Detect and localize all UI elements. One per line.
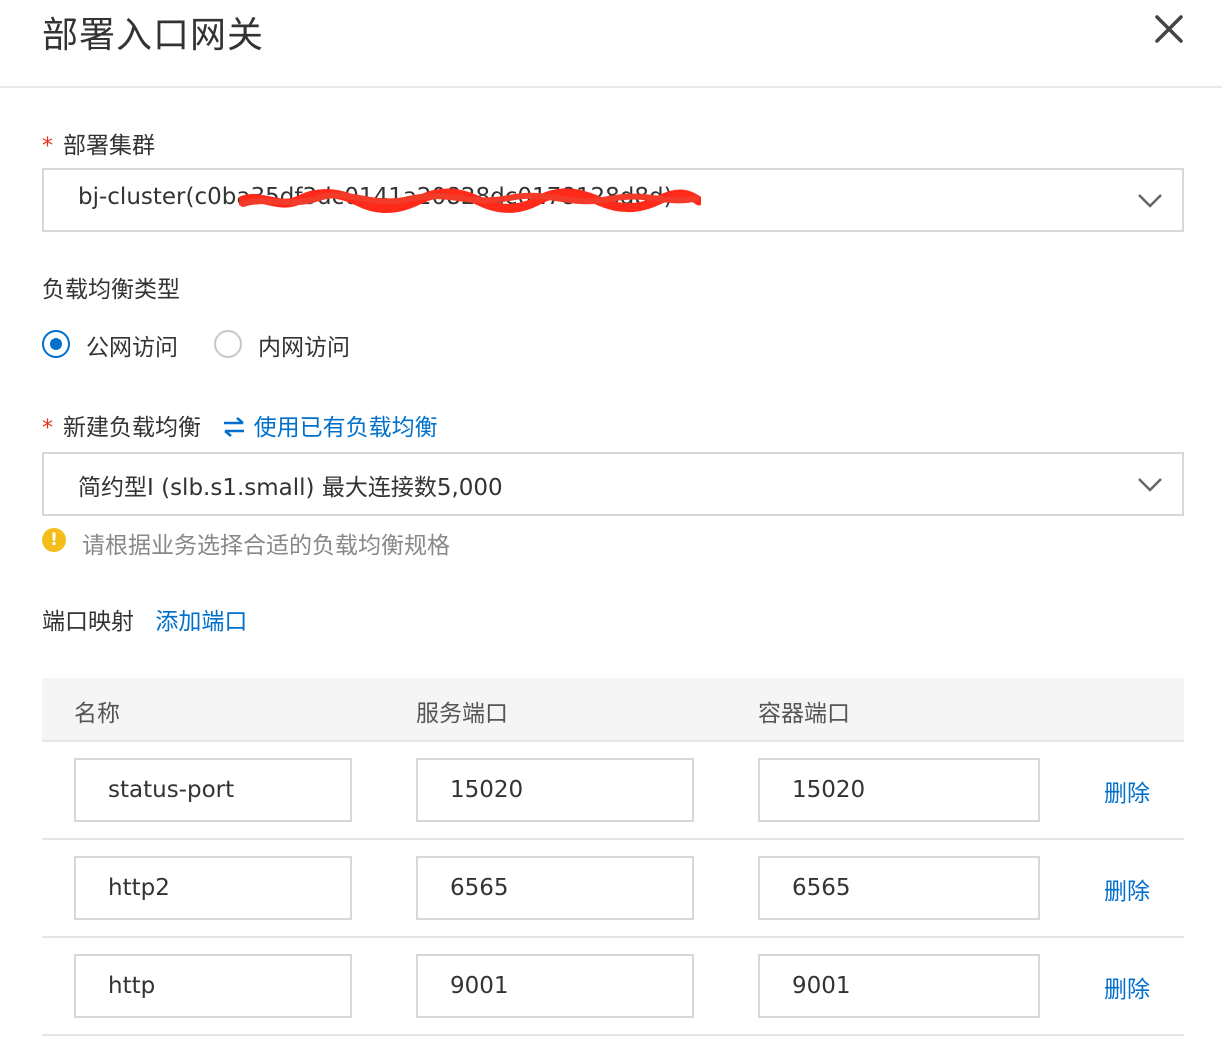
swap-icon bbox=[224, 417, 245, 437]
delete-row-link[interactable]: 删除 bbox=[1104, 872, 1150, 906]
column-header-container-port: 容器端口 bbox=[758, 701, 850, 727]
table-row: 删除 bbox=[42, 742, 1184, 840]
radio-private[interactable] bbox=[214, 330, 242, 358]
lb-spec-select[interactable]: 简约型I (slb.s1.small) 最大连接数5,000 bbox=[42, 452, 1184, 516]
lb-spec-value: 简约型I (slb.s1.small) 最大连接数5,000 bbox=[78, 475, 503, 501]
new-lb-label-row: * 新建负载均衡 使用已有负载均衡 bbox=[42, 408, 438, 442]
lb-spec-hint-text: 请根据业务选择合适的负载均衡规格 bbox=[82, 533, 450, 559]
delete-row-link[interactable]: 删除 bbox=[1104, 970, 1150, 1004]
dialog-title: 部署入口网关 bbox=[42, 15, 265, 56]
close-icon[interactable] bbox=[1152, 12, 1186, 46]
container-port-input[interactable] bbox=[758, 954, 1040, 1018]
table-header: 名称 服务端口 容器端口 bbox=[42, 678, 1184, 742]
container-port-input[interactable] bbox=[758, 758, 1040, 822]
cluster-label: 部署集群 bbox=[63, 133, 155, 159]
new-lb-label: 新建负载均衡 bbox=[63, 415, 201, 441]
radio-public-label[interactable]: 公网访问 bbox=[86, 328, 178, 362]
required-mark: * bbox=[42, 416, 53, 441]
port-name-input[interactable] bbox=[74, 856, 352, 920]
radio-private-label[interactable]: 内网访问 bbox=[258, 328, 350, 362]
service-port-input[interactable] bbox=[416, 954, 694, 1018]
container-port-input[interactable] bbox=[758, 856, 1040, 920]
add-port-link[interactable]: 添加端口 bbox=[155, 609, 247, 635]
port-name-input[interactable] bbox=[74, 758, 352, 822]
use-existing-lb-link[interactable]: 使用已有负载均衡 bbox=[222, 415, 438, 441]
cluster-label-row: * 部署集群 bbox=[42, 126, 155, 160]
service-port-input[interactable] bbox=[416, 856, 694, 920]
delete-row-link[interactable]: 删除 bbox=[1104, 774, 1150, 808]
required-mark: * bbox=[42, 134, 53, 159]
port-mapping-label: 端口映射 bbox=[42, 609, 134, 635]
redaction-scribble bbox=[239, 188, 701, 214]
port-name-input[interactable] bbox=[74, 954, 352, 1018]
column-header-service-port: 服务端口 bbox=[416, 701, 508, 727]
dialog-header: 部署入口网关 bbox=[0, 0, 1222, 88]
chevron-down-icon bbox=[1138, 194, 1162, 208]
chevron-down-icon bbox=[1138, 478, 1162, 492]
warning-icon: ! bbox=[42, 528, 66, 552]
cluster-select[interactable]: bj-cluster(c0ba35df3dc0141a20828dc017812… bbox=[42, 168, 1184, 232]
table-row: 删除 bbox=[42, 938, 1184, 1036]
service-port-input[interactable] bbox=[416, 758, 694, 822]
radio-public[interactable] bbox=[42, 330, 70, 358]
lb-type-label: 负载均衡类型 bbox=[42, 277, 180, 303]
column-header-name: 名称 bbox=[74, 701, 120, 727]
table-row: 删除 bbox=[42, 840, 1184, 938]
use-existing-lb-text[interactable]: 使用已有负载均衡 bbox=[254, 415, 438, 441]
port-mapping-label-row: 端口映射 添加端口 bbox=[42, 602, 247, 636]
